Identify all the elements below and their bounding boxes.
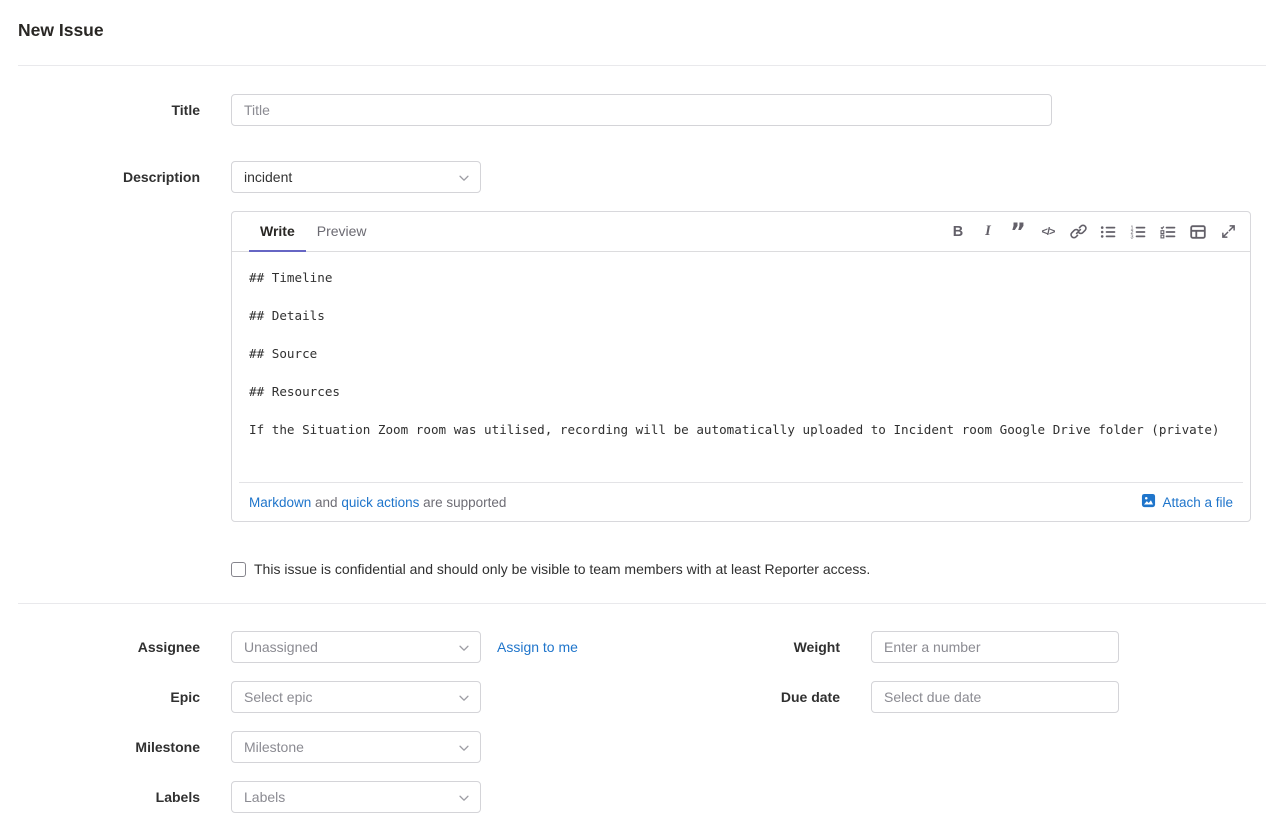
quote-icon[interactable]: ” [1003, 217, 1033, 247]
attach-file-label: Attach a file [1162, 495, 1233, 510]
labels-value: Labels [244, 789, 285, 805]
description-label: Description [0, 169, 200, 185]
chevron-down-icon [457, 171, 471, 188]
weight-row: Weight [640, 631, 1284, 663]
assignee-row: Assignee Unassigned Assign to me [0, 631, 640, 663]
title-row: Title [0, 94, 1284, 126]
page-header: New Issue [0, 0, 1284, 41]
epic-label: Epic [0, 689, 200, 705]
description-editor: Write Preview B I ” </> 123 [231, 211, 1251, 522]
epic-row: Epic Select epic [0, 681, 640, 713]
svg-text:3: 3 [1131, 234, 1134, 239]
header-divider [18, 65, 1266, 66]
description-row: Description incident [0, 161, 1284, 193]
milestone-label: Milestone [0, 739, 200, 755]
italic-icon[interactable]: I [973, 217, 1003, 247]
milestone-row: Milestone Milestone [0, 731, 640, 763]
confidential-checkbox[interactable] [231, 562, 246, 577]
link-icon[interactable] [1063, 217, 1093, 247]
quick-actions-link[interactable]: quick actions [341, 495, 419, 510]
due-date-input[interactable] [871, 681, 1119, 713]
chevron-down-icon [457, 741, 471, 758]
labels-label: Labels [0, 789, 200, 805]
confidential-label: This issue is confidential and should on… [254, 561, 870, 577]
editor-footer: Markdown and quick actions are supported… [239, 482, 1243, 521]
bulleted-list-icon[interactable] [1093, 217, 1123, 247]
chevron-down-icon [457, 641, 471, 658]
epic-select[interactable]: Select epic [231, 681, 481, 713]
due-date-row: Due date [640, 681, 1284, 713]
milestone-select[interactable]: Milestone [231, 731, 481, 763]
labels-row: Labels Labels [0, 781, 640, 813]
due-date-label: Due date [640, 689, 840, 705]
attach-file-button[interactable]: Attach a file [1141, 493, 1233, 511]
chevron-down-icon [457, 791, 471, 808]
table-icon[interactable] [1183, 217, 1213, 247]
attach-image-icon [1141, 493, 1156, 511]
title-input[interactable] [231, 94, 1052, 126]
title-label: Title [0, 102, 200, 118]
confidential-row: This issue is confidential and should on… [231, 561, 1284, 577]
bold-icon[interactable]: B [943, 217, 973, 247]
tab-preview[interactable]: Preview [306, 212, 378, 252]
assignee-label: Assignee [0, 639, 200, 655]
editor-toolbar: B I ” </> 123 [943, 212, 1250, 251]
editor-help-text: Markdown and quick actions are supported [249, 495, 506, 510]
page-title: New Issue [18, 20, 1266, 41]
epic-value: Select epic [244, 689, 312, 705]
assignee-value: Unassigned [244, 639, 318, 655]
numbered-list-icon[interactable]: 123 [1123, 217, 1153, 247]
section-divider [18, 603, 1266, 604]
assign-to-me-link[interactable]: Assign to me [497, 639, 578, 655]
fullscreen-icon[interactable] [1213, 217, 1243, 247]
chevron-down-icon [457, 691, 471, 708]
metadata-section: Assignee Unassigned Assign to me Epic Se… [0, 631, 1284, 831]
description-textarea[interactable]: ## Timeline ## Details ## Source ## Reso… [232, 252, 1250, 482]
code-icon[interactable]: </> [1033, 217, 1063, 247]
assignee-select[interactable]: Unassigned [231, 631, 481, 663]
weight-input[interactable] [871, 631, 1119, 663]
description-template-value: incident [244, 169, 292, 185]
task-list-icon[interactable] [1153, 217, 1183, 247]
markdown-link[interactable]: Markdown [249, 495, 311, 510]
weight-label: Weight [640, 639, 840, 655]
tab-write[interactable]: Write [249, 212, 306, 252]
description-template-select[interactable]: incident [231, 161, 481, 193]
milestone-value: Milestone [244, 739, 304, 755]
editor-tabbar: Write Preview B I ” </> 123 [232, 212, 1250, 252]
labels-select[interactable]: Labels [231, 781, 481, 813]
